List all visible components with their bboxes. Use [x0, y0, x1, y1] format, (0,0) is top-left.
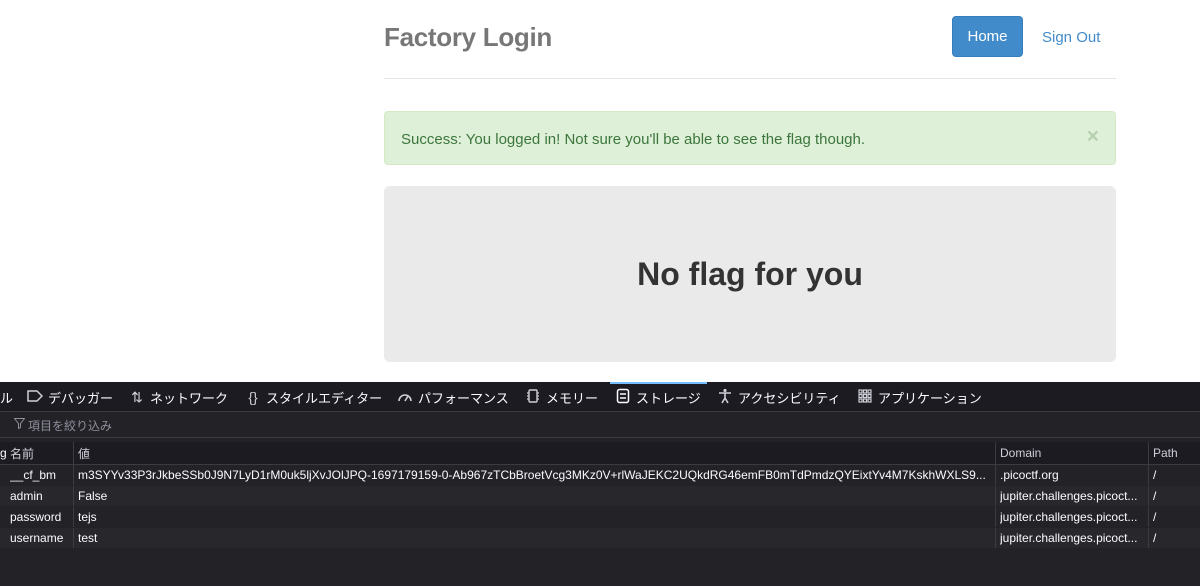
tab-label: スタイルエディター	[266, 390, 383, 406]
performance-icon	[396, 389, 414, 406]
cookie-value: m3SYYv33P3rJkbeSSb0J9N7LyD1rM0uk5ljXvJOl…	[78, 468, 986, 482]
cookie-value: False	[78, 489, 108, 503]
cookie-value: tejs	[78, 510, 97, 524]
tab-memory[interactable]: メモリー	[524, 382, 598, 412]
column-divider	[995, 486, 996, 506]
network-icon: ⇅	[131, 388, 143, 405]
cookie-domain: jupiter.challenges.picoct...	[1000, 489, 1138, 503]
column-divider	[73, 507, 74, 527]
cookie-name: __cf_bm	[10, 468, 57, 482]
tab-label: ストレージ	[636, 390, 701, 406]
column-header-name[interactable]: 名前	[10, 442, 70, 464]
filter-icon	[13, 418, 26, 432]
column-header-value[interactable]: 値	[78, 442, 978, 464]
devtools-toolbar: ル デバッガー ⇅ ネットワーク {} スタイルエディター パフォーマンス メモ…	[0, 382, 1200, 412]
column-divider	[1148, 465, 1149, 485]
cookie-domain: jupiter.challenges.picoct...	[1000, 510, 1138, 524]
cookie-path: /	[1153, 468, 1157, 482]
table-row[interactable]: admin False jupiter.challenges.picoct...…	[0, 486, 1200, 506]
column-divider	[73, 465, 74, 485]
header-divider	[384, 78, 1116, 79]
cookie-name: password	[10, 510, 62, 524]
storage-icon	[614, 388, 632, 407]
sign-out-link[interactable]: Sign Out	[1042, 29, 1100, 46]
tab-storage[interactable]: ストレージ	[610, 382, 707, 412]
jumbotron-heading: No flag for you	[637, 256, 863, 292]
table-header: g 名前 値 Domain Path	[0, 442, 1200, 465]
tab-label: メモリー	[546, 390, 599, 406]
filter-bar: 項目を絞り込み	[0, 412, 1200, 438]
tab-label: アクセシビリティ	[738, 390, 841, 406]
tab-performance[interactable]: パフォーマンス	[396, 382, 509, 412]
cookie-path: /	[1153, 510, 1157, 524]
style-editor-icon: {}	[248, 389, 258, 405]
tab-style-editor[interactable]: {} スタイルエディター	[244, 382, 382, 412]
column-divider	[73, 486, 74, 506]
column-divider[interactable]	[995, 442, 996, 464]
table-row[interactable]: username test jupiter.challenges.picoct.…	[0, 528, 1200, 548]
column-divider	[1148, 507, 1149, 527]
jumbotron: No flag for you	[384, 186, 1116, 362]
home-button[interactable]: Home	[952, 16, 1023, 57]
tab-label: ル	[0, 390, 14, 406]
column-divider	[1148, 486, 1149, 506]
tab-label: デバッガー	[48, 390, 114, 406]
cookie-name: username	[10, 531, 64, 545]
tab-accessibility[interactable]: アクセシビリティ	[716, 382, 841, 412]
close-icon[interactable]: ×	[1087, 126, 1099, 147]
table-row[interactable]: __cf_bm m3SYYv33P3rJkbeSSb0J9N7LyD1rM0uk…	[0, 465, 1200, 485]
sidebar-fragment: g	[0, 446, 7, 460]
tab-application[interactable]: アプリケーション	[856, 382, 982, 412]
tab-network[interactable]: ⇅ ネットワーク	[128, 382, 228, 412]
tab-label: パフォーマンス	[418, 390, 509, 406]
cookie-domain: jupiter.challenges.picoct...	[1000, 531, 1138, 545]
tab-label: ネットワーク	[150, 390, 229, 406]
column-divider	[995, 465, 996, 485]
tab-debugger[interactable]: デバッガー	[26, 382, 113, 412]
filter-input[interactable]: 項目を絞り込み	[28, 417, 112, 434]
devtools-panel: ル デバッガー ⇅ ネットワーク {} スタイルエディター パフォーマンス メモ…	[0, 382, 1200, 586]
column-divider	[995, 507, 996, 527]
column-divider	[995, 528, 996, 548]
debugger-icon	[26, 389, 44, 405]
column-divider[interactable]	[1148, 442, 1149, 464]
cookie-domain: .picoctf.org	[1000, 468, 1059, 482]
cookie-path: /	[1153, 531, 1157, 545]
column-divider[interactable]	[73, 442, 74, 464]
site-title: Factory Login	[384, 22, 552, 52]
cookie-path: /	[1153, 489, 1157, 503]
column-divider	[1148, 528, 1149, 548]
web-page: Factory Login Home Sign Out Success: You…	[0, 0, 1200, 382]
memory-icon	[524, 388, 542, 407]
tab-console[interactable]: ル	[0, 382, 13, 412]
cookie-name: admin	[10, 489, 43, 503]
column-divider	[73, 528, 74, 548]
column-header-domain[interactable]: Domain	[1000, 442, 1140, 464]
tab-label: アプリケーション	[878, 390, 982, 406]
accessibility-icon	[716, 388, 734, 407]
success-alert: Success: You logged in! Not sure you'll …	[384, 111, 1116, 165]
column-header-path[interactable]: Path	[1153, 442, 1198, 464]
application-icon	[856, 388, 874, 406]
table-row[interactable]: password tejs jupiter.challenges.picoct.…	[0, 507, 1200, 527]
alert-message: Success: You logged in! Not sure you'll …	[401, 131, 866, 148]
cookie-value: test	[78, 531, 98, 545]
